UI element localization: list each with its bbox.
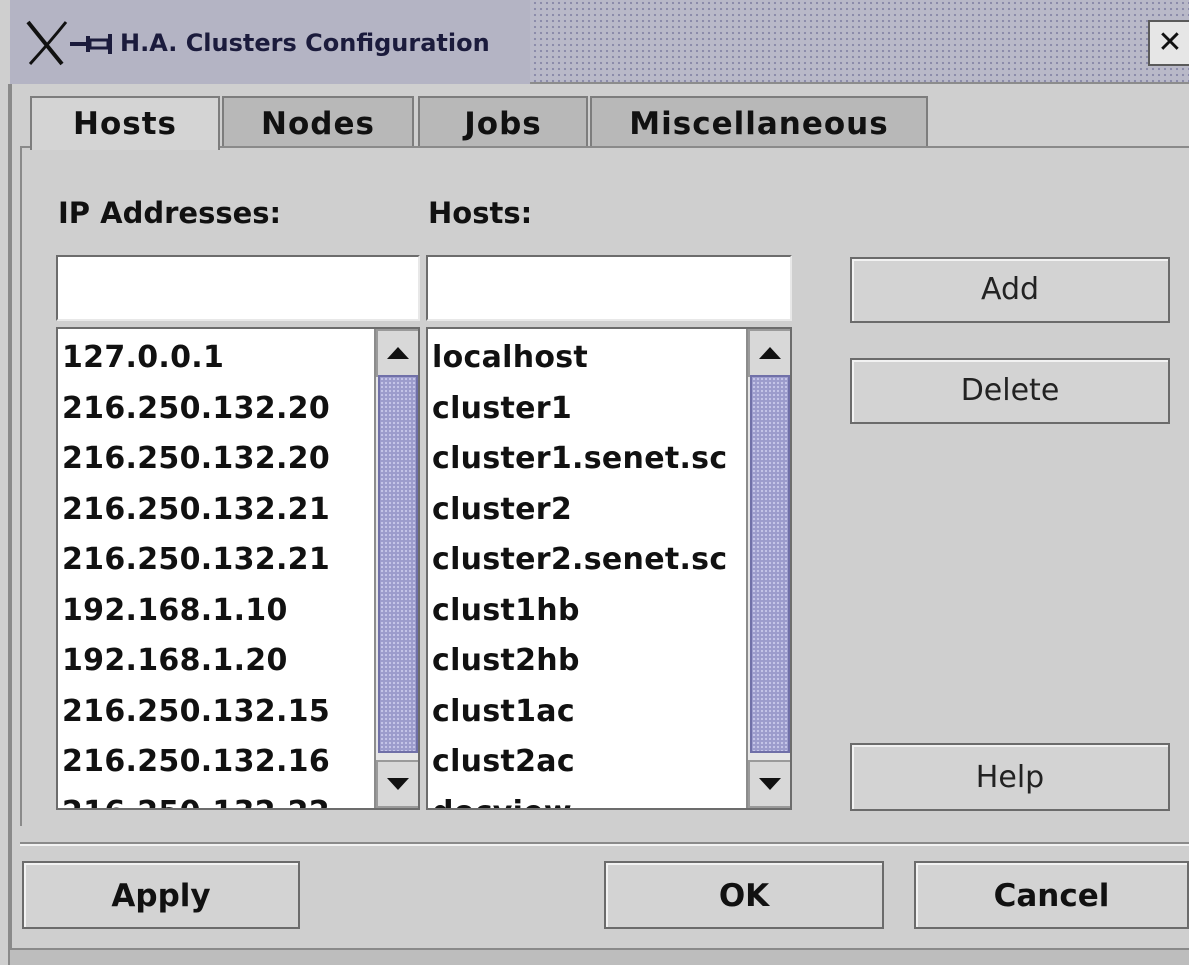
ip-list-items: 127.0.0.1 216.250.132.20 216.250.132.20 216… — [62, 333, 372, 809]
host-list-item[interactable]: cluster1.senet.sc — [432, 434, 744, 485]
ip-list-item[interactable]: 216.250.132.15 — [62, 687, 372, 738]
host-name-input[interactable] — [426, 255, 792, 321]
tab-nodes-label: Nodes — [261, 106, 375, 142]
host-name-list[interactable]: localhost cluster1 cluster1.senet.sc cluste… — [426, 327, 792, 810]
host-list-item[interactable]: docview — [432, 788, 744, 809]
tab-hosts-label: Hosts — [73, 106, 177, 142]
window-left-border — [8, 84, 12, 965]
ip-list-item[interactable]: 216.250.132.21 — [62, 535, 372, 586]
host-list-item[interactable]: cluster2 — [432, 485, 744, 536]
ip-list-item[interactable]: 216.250.132.20 — [62, 384, 372, 435]
ip-scroll-thumb[interactable] — [378, 375, 418, 753]
host-list-item[interactable]: clust1hb — [432, 586, 744, 637]
host-list-items: localhost cluster1 cluster1.senet.sc cluste… — [432, 333, 744, 809]
delete-button[interactable]: Delete — [850, 358, 1170, 424]
ip-list-item[interactable]: 192.168.1.20 — [62, 636, 372, 687]
host-scroll-down-button[interactable] — [748, 760, 790, 808]
ip-list-item[interactable]: 216.250.132.16 — [62, 737, 372, 788]
arrow-down-icon — [759, 778, 781, 790]
tab-hosts[interactable]: Hosts — [30, 96, 220, 150]
pin-icon[interactable] — [68, 28, 122, 62]
window-bottom-edge — [10, 948, 1189, 965]
tab-miscellaneous[interactable]: Miscellaneous — [590, 96, 928, 148]
host-list-scrollbar[interactable] — [746, 329, 790, 808]
ip-list-item[interactable]: 216.250.132.21 — [62, 485, 372, 536]
tab-jobs-label: Jobs — [464, 106, 542, 142]
help-button[interactable]: Help — [850, 743, 1170, 811]
cancel-button[interactable]: Cancel — [914, 861, 1189, 929]
host-list-item[interactable]: clust2hb — [432, 636, 744, 687]
ip-address-input[interactable] — [56, 255, 420, 321]
ip-list-item[interactable]: 216.250.132.20 — [62, 434, 372, 485]
add-button[interactable]: Add — [850, 257, 1170, 323]
close-button[interactable]: ✕ — [1148, 20, 1189, 66]
arrow-up-icon — [387, 347, 409, 359]
host-list-item[interactable]: cluster2.senet.sc — [432, 535, 744, 586]
hosts-label: Hosts: — [428, 196, 533, 230]
tab-miscellaneous-label: Miscellaneous — [629, 106, 889, 142]
host-scroll-up-button[interactable] — [748, 329, 790, 377]
ok-button[interactable]: OK — [604, 861, 884, 929]
ip-addresses-label: IP Addresses: — [58, 196, 282, 230]
host-list-item[interactable]: clust2ac — [432, 737, 744, 788]
x-logo-icon — [26, 20, 68, 66]
ip-scroll-down-button[interactable] — [376, 760, 418, 808]
close-icon: ✕ — [1157, 25, 1183, 60]
window-title: H.A. Clusters Configuration — [120, 29, 490, 57]
host-list-item[interactable]: localhost — [432, 333, 744, 384]
ip-list-scrollbar[interactable] — [374, 329, 418, 808]
host-list-item[interactable]: cluster1 — [432, 384, 744, 435]
apply-button[interactable]: Apply — [22, 861, 300, 929]
ip-list-item[interactable]: 216.250.132.22 — [62, 788, 372, 809]
arrow-up-icon — [759, 347, 781, 359]
host-list-item[interactable]: clust1ac — [432, 687, 744, 738]
arrow-down-icon — [387, 778, 409, 790]
ip-scroll-up-button[interactable] — [376, 329, 418, 377]
tab-nodes[interactable]: Nodes — [222, 96, 414, 148]
tab-jobs[interactable]: Jobs — [418, 96, 588, 148]
footer-divider — [20, 842, 1189, 846]
ip-list-item[interactable]: 192.168.1.10 — [62, 586, 372, 637]
host-scroll-thumb[interactable] — [750, 375, 790, 753]
ip-address-list[interactable]: 127.0.0.1 216.250.132.20 216.250.132.20 216… — [56, 327, 420, 810]
ip-list-item[interactable]: 127.0.0.1 — [62, 333, 372, 384]
